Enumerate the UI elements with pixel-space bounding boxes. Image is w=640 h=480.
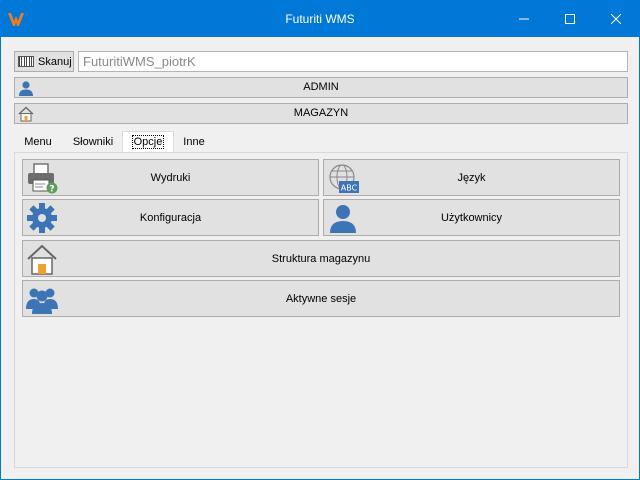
svg-text:?: ?: [49, 185, 54, 195]
users-group-icon: [26, 288, 58, 314]
prints-button[interactable]: ? Wydruki: [22, 159, 319, 196]
active-sessions-label: Aktywne sesje: [285, 292, 357, 305]
minimize-icon: [519, 18, 529, 20]
warehouse-structure-label: Struktura magazynu: [271, 252, 371, 265]
minimize-button[interactable]: [501, 1, 547, 37]
warehouse-structure-button[interactable]: Struktura magazynu: [22, 240, 620, 277]
scan-button-label: Skanuj: [38, 55, 72, 68]
scan-input[interactable]: [78, 51, 628, 72]
language-label: Język: [457, 171, 486, 184]
home-icon: [18, 106, 34, 122]
scan-button[interactable]: Skanuj: [14, 51, 74, 72]
user-icon: [330, 205, 356, 233]
close-icon: [611, 14, 621, 24]
language-button[interactable]: ABC Język: [323, 159, 620, 196]
options-panel: ? Wydruki ABC Język Konfiguracja Użytkow…: [14, 152, 628, 468]
globe-abc-icon: ABC: [329, 164, 359, 193]
warehouse-button[interactable]: MAGAZYN: [14, 103, 628, 124]
user-icon: [19, 81, 33, 96]
app-window: Futuriti WMS Skanuj ADMIN MAGAZYN Menu: [0, 0, 640, 480]
users-button[interactable]: Użytkownicy: [323, 199, 620, 236]
close-button[interactable]: [593, 1, 639, 37]
printer-icon: ?: [28, 163, 58, 195]
tab-other[interactable]: Inne: [179, 132, 209, 153]
configuration-button[interactable]: Konfiguracja: [22, 199, 319, 236]
user-button-label: ADMIN: [303, 81, 339, 93]
barcode-icon: [18, 56, 34, 67]
tab-menu[interactable]: Menu: [20, 132, 56, 153]
house-icon: [27, 244, 57, 275]
users-label: Użytkownicy: [440, 211, 503, 224]
user-button[interactable]: ADMIN: [14, 77, 628, 98]
tab-options[interactable]: Opcje: [122, 131, 174, 153]
title-bar[interactable]: Futuriti WMS: [1, 1, 639, 37]
configuration-label: Konfiguracja: [139, 211, 202, 224]
prints-label: Wydruki: [150, 171, 191, 184]
warehouse-button-label: MAGAZYN: [293, 107, 349, 119]
maximize-button[interactable]: [547, 1, 593, 37]
svg-text:ABC: ABC: [341, 184, 358, 193]
maximize-icon: [565, 14, 575, 24]
gear-icon: [27, 203, 57, 233]
active-sessions-button[interactable]: Aktywne sesje: [22, 280, 620, 317]
tab-dictionaries[interactable]: Słowniki: [68, 132, 118, 153]
